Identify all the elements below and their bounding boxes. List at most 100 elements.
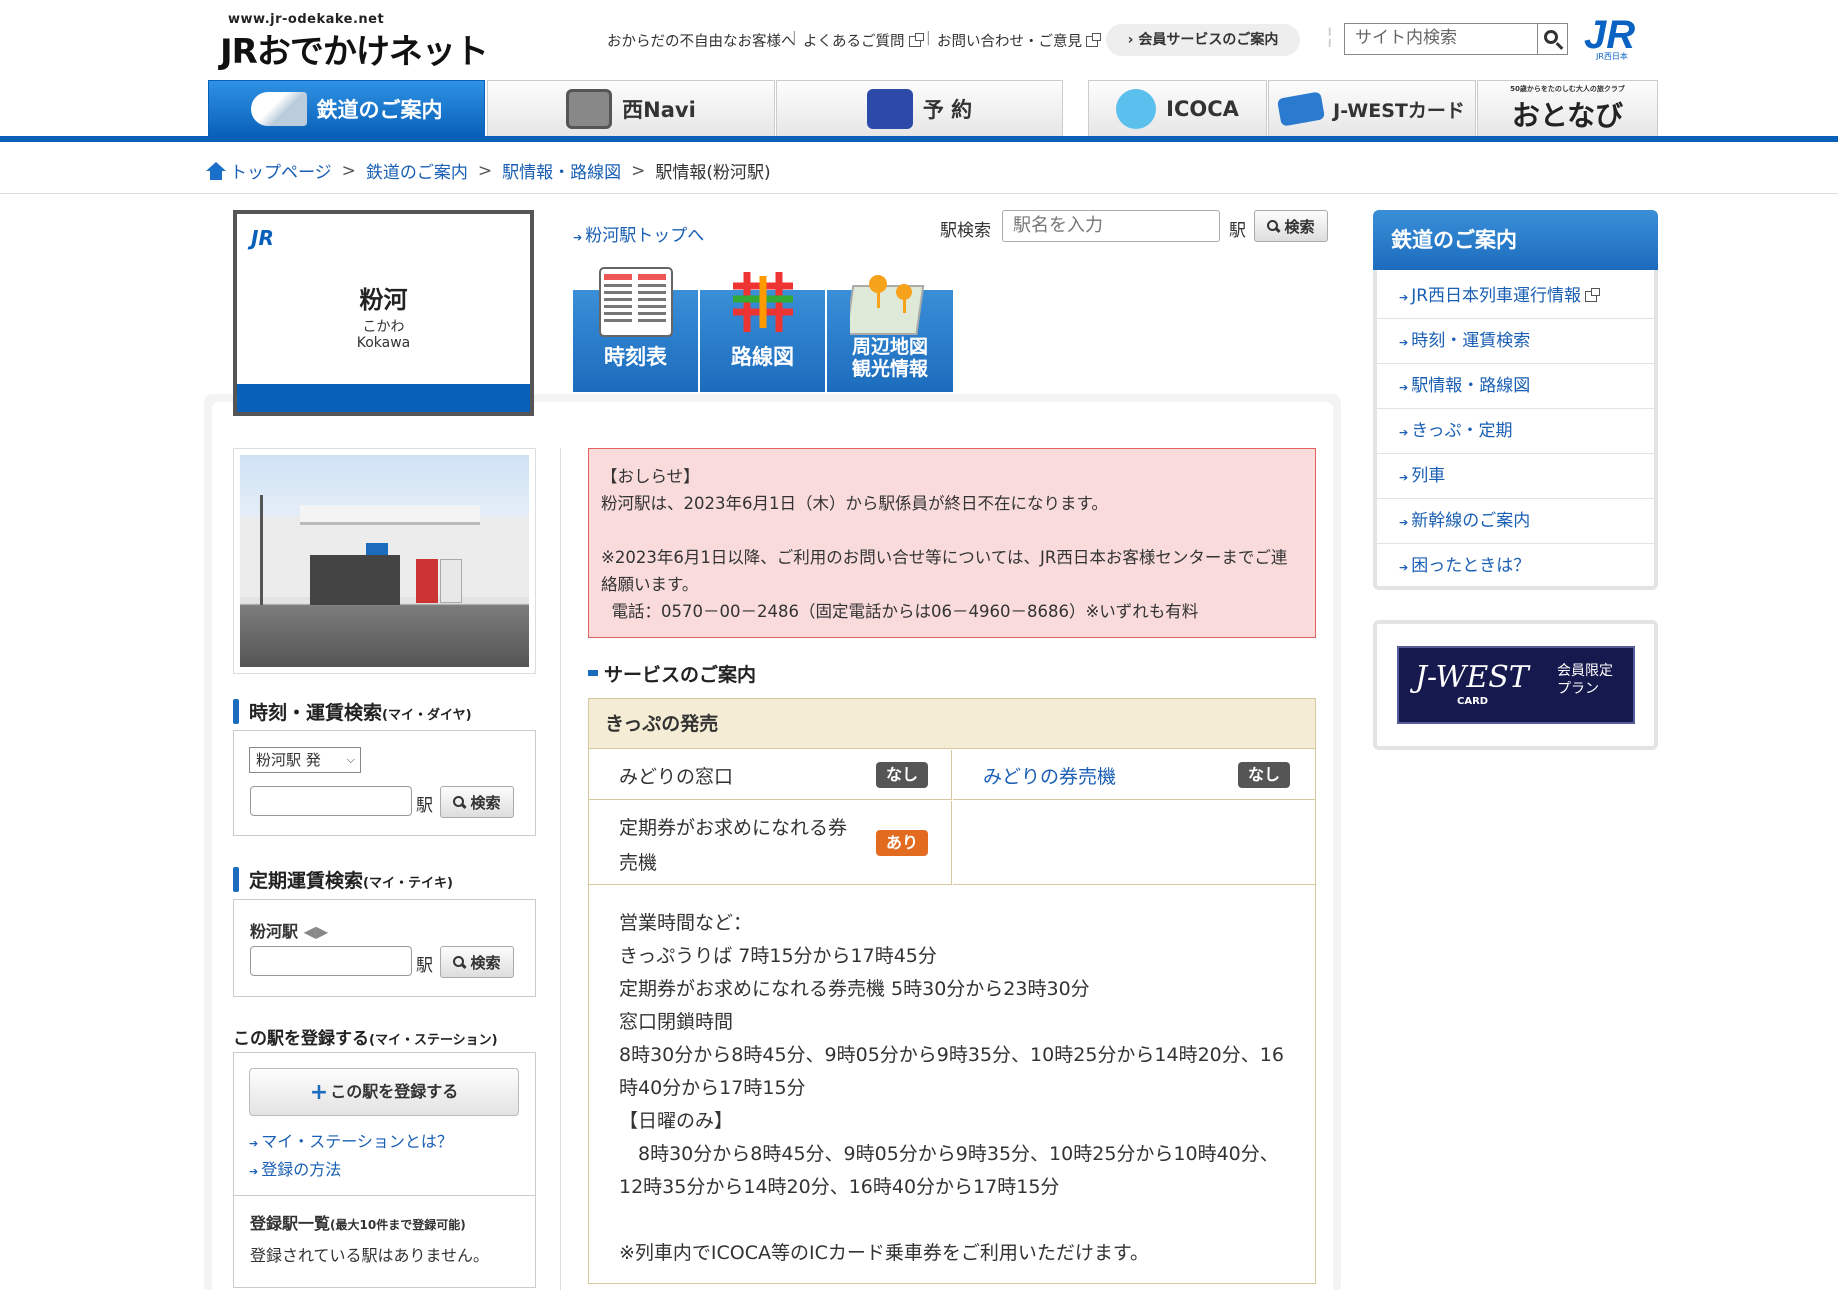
pass-search-title: 定期運賃検索 [249,870,364,892]
arrow-right-icon: ➔ [573,231,583,244]
member-service-button[interactable]: › 会員サービスのご案内 [1106,24,1300,56]
jr-west-logo[interactable]: JR JR西日本 [1582,12,1640,61]
status-badge: あり [876,830,928,856]
jwest-brand: J-WEST [1415,660,1529,695]
search-icon [1267,219,1280,233]
credit-card-icon [1277,91,1326,127]
fare-search-subtitle: (マイ・ダイヤ) [382,708,472,723]
site-search-input[interactable]: サイト内検索 [1344,23,1538,55]
svg-text:JR: JR [1584,13,1635,57]
pass-search-heading: 定期運賃検索(マイ・テイキ) [233,866,453,893]
railway-menu-item-tickets[interactable]: ➔ きっぷ・定期 [1377,409,1654,454]
swap-arrows-icon[interactable]: ◀▶ [304,922,329,941]
breadcrumb-link-station-info[interactable]: 駅情報・路線図 [502,158,621,183]
station-top-link[interactable]: ➔ 粉河駅トップへ [573,221,704,246]
nav-tab-reservation[interactable]: 予 約 [776,80,1063,137]
nav-tab-icoca[interactable]: ICOCA [1088,80,1267,137]
arrow-right-icon: ➔ [1399,336,1409,349]
station-search-button[interactable]: 検索 [1254,210,1328,242]
tab-area-map-label: 周辺地図 観光情報 [851,336,928,380]
search-icon[interactable] [1538,23,1568,55]
nav-underline-bar [0,136,1838,142]
pass-from-station: 粉河駅 ◀▶ [250,918,328,942]
railway-menu-item-operation-info[interactable]: ➔ JR西日本列車運行情報 [1377,274,1654,319]
pass-to-input[interactable] [250,946,412,976]
station-photo [240,455,529,667]
my-station-info-label: マイ・ステーションとは？ [261,1132,453,1151]
nav-tab-jwest-card[interactable]: J-WESTカード [1268,80,1476,137]
service-label: みどりの窓口 [619,766,734,788]
service-cell-pass-machine: 定期券がお求めになれる券売機 あり [589,801,952,885]
railway-menu: 鉄道のご案内 ➔ JR西日本列車運行情報 ➔ 時刻・運賃検索 ➔ 駅情報・路線図 ➔ き… [1373,210,1658,590]
site-logo[interactable]: JRおでかけネット [220,24,489,73]
status-badge: なし [876,762,928,788]
my-station-info-link[interactable]: ➔ マイ・ステーションとは？ [249,1128,453,1152]
breadcrumb-divider [0,193,1838,194]
member-service-label: 会員サービスのご案内 [1138,32,1279,48]
tab-area-map[interactable]: 周辺地図 観光情報 [827,275,954,392]
nav-tab-railway[interactable]: 鉄道のご案内 [208,80,485,137]
notice-title: 【おしらせ】 [601,467,700,486]
fare-search-box [233,730,536,836]
jwest-brand-sub: CARD [1457,696,1489,707]
nav-tab-label: J-WESTカード [1333,99,1465,122]
station-name-kana: こかわ [362,319,405,335]
railway-menu-label: JR西日本列車運行情報 [1411,286,1582,306]
pass-search-subtitle: (マイ・テイキ) [363,876,453,891]
fare-search-title: 時刻・運賃検索 [249,702,383,724]
notice-box: 【おしらせ】 粉河駅は、2023年6月1日（木）から駅係員が終日不在になります。… [588,448,1316,638]
util-link-faq-label: よくあるご質問 [803,34,905,50]
railway-menu-item-help[interactable]: ➔ 困ったときは？ [1377,544,1654,589]
hours-line: 窓口閉鎖時間 [619,1011,734,1033]
station-card-bar [237,384,530,412]
nav-tab-otonabi[interactable]: 50歳からをたのしむ大人の旅クラブ おとなび [1477,80,1658,137]
breadcrumb-link-top[interactable]: トップページ [230,158,332,183]
station-card-jr-logo: JR [251,226,274,250]
jr-logo-caption: JR西日本 [1595,51,1628,60]
fare-from-select[interactable]: 粉河駅 発 ⌵ [249,747,361,773]
arrow-right-icon: ➔ [1399,471,1409,484]
railway-menu-item-station-info[interactable]: ➔ 駅情報・路線図 [1377,364,1654,409]
breadcrumb-link-railway[interactable]: 鉄道のご案内 [366,158,468,183]
tab-timetable[interactable]: 時刻表 [573,267,699,392]
tab-route-map[interactable]: 路線図 [700,272,826,392]
notice-line: ※2023年6月1日以降、ご利用のお問い合せ等については、JR西日本お客様センタ… [601,548,1288,594]
service-cell-empty [953,801,1315,885]
util-link-faq[interactable]: よくあるご質問 [803,30,924,51]
jwest-banner-frame: J-WEST CARD 会員限定 プラン [1373,620,1658,750]
railway-menu-label: 時刻・運賃検索 [1411,331,1531,351]
breadcrumb-separator: > [341,160,356,181]
util-link-contact-label: お問い合わせ・ご意見 [937,34,1082,50]
arrow-right-icon: ➔ [1399,291,1409,304]
nav-tab-nishinavi[interactable]: 西Navi [487,80,775,137]
notice-line [601,517,1303,544]
hours-line: きっぷうりば 7時15分から17時45分 [619,945,937,967]
register-subtitle: (マイ・ステーション) [369,1033,498,1048]
header-divider: ¦ [1326,24,1334,49]
util-link-accessibility[interactable]: おからだの不自由なお客様へ [607,30,796,51]
railway-menu-item-shinkansen[interactable]: ➔ 新幹線のご案内 [1377,499,1654,544]
pass-search-button-label: 検索 [470,953,501,972]
external-link-icon [908,33,924,47]
midori-machine-link[interactable]: みどりの券売機 [983,762,1116,789]
railway-menu-item-trains[interactable]: ➔ 列車 [1377,454,1654,499]
route-map-icon [733,272,793,332]
plus-icon: + [309,1080,329,1105]
jwest-card-banner[interactable]: J-WEST CARD 会員限定 プラン [1397,646,1635,724]
nav-tab-label: 予 約 [922,98,973,122]
shinkansen-icon [250,92,307,126]
hours-line: ※列車内でICOCA等のICカード乗車券をご利用いただけます。 [619,1242,1149,1264]
util-link-contact[interactable]: お問い合わせ・ご意見 [937,30,1101,51]
register-divider [234,1195,535,1196]
station-search-label: 駅検索 [940,221,991,241]
register-station-button[interactable]: + この駅を登録する [249,1068,519,1116]
service-heading: サービスのご案内 [588,660,756,687]
arrow-right-icon: ➔ [249,1165,259,1178]
railway-menu-item-fare-search[interactable]: ➔ 時刻・運賃検索 [1377,319,1654,364]
fare-to-input[interactable] [250,786,412,816]
pass-search-button[interactable]: 検索 [440,946,514,978]
icoca-platypus-icon [1116,89,1157,129]
fare-search-button[interactable]: 検索 [440,786,514,818]
station-search-input[interactable]: 駅名を入力 [1002,210,1220,242]
register-howto-link[interactable]: ➔ 登録の方法 [249,1156,341,1180]
